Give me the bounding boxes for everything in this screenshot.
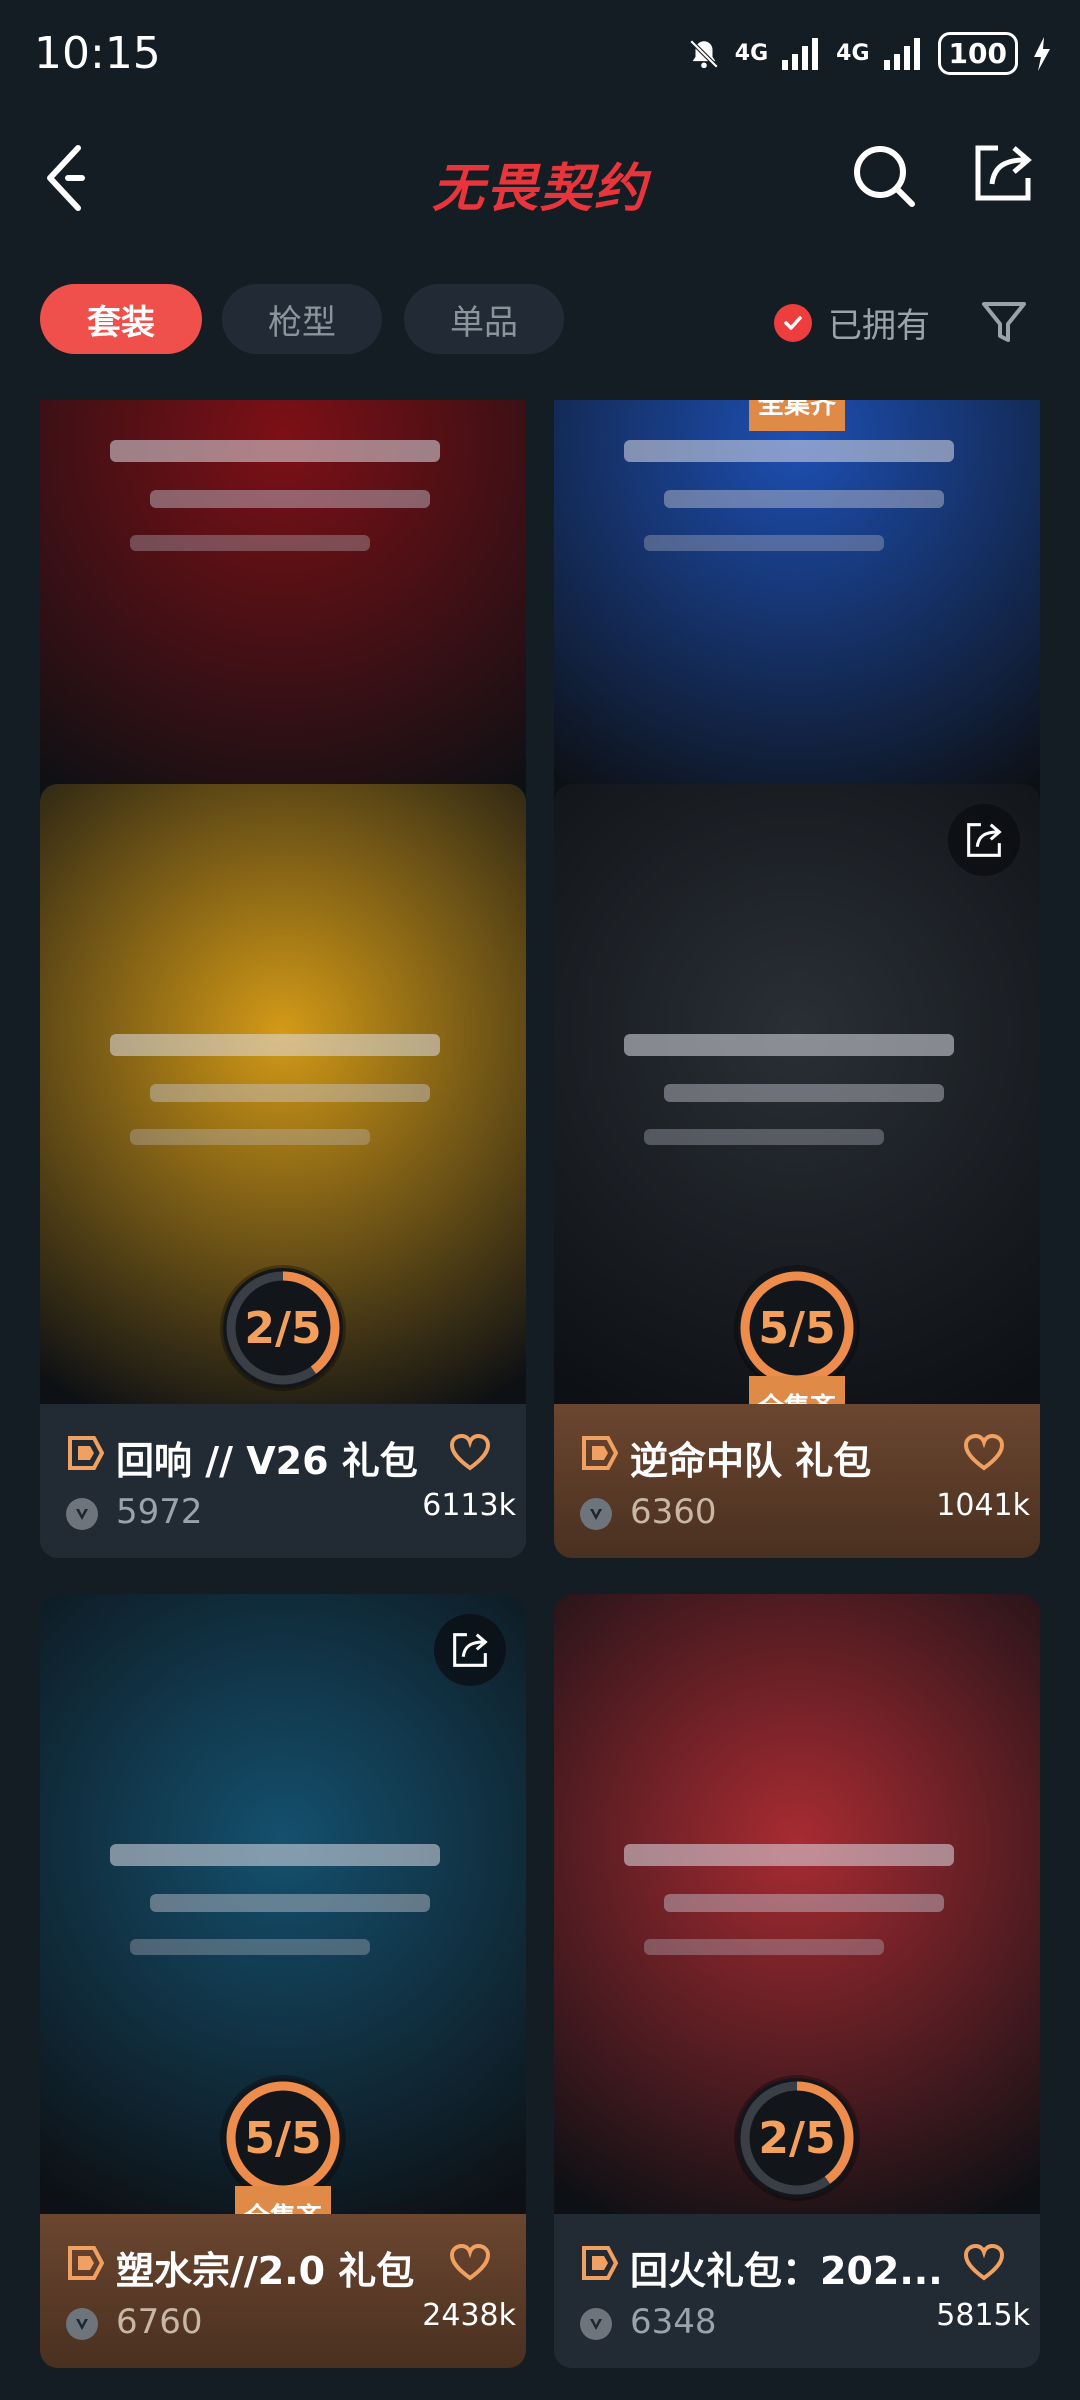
bundle-price: 6360 [630,1492,717,1532]
status-time: 10:15 [34,28,161,79]
filter-icon[interactable] [980,298,1028,346]
bundle-tag-icon [582,2246,618,2280]
share-icon[interactable] [972,142,1034,204]
app-title: 无畏契约 [431,159,648,219]
bundle-info: 回响 // V26 礼包 5972 6113k [40,1404,526,1558]
bundle-info: 逆命中队 礼包 6360 1041k [554,1404,1040,1558]
valorant-points-icon [580,1498,612,1530]
bundle-tag-icon [582,1436,618,1470]
bundle-tag-icon [68,2246,104,2280]
network-indicator-1: 4G [734,41,769,66]
status-bar: 10:15 4G 4G 100 [0,0,1080,120]
battery-level: 100 [937,32,1018,75]
charging-icon [1034,36,1050,71]
card-share-icon[interactable] [434,1614,506,1686]
bundle-card[interactable]: 5/5全集齐逆命中队 礼包63601041k [554,784,1040,1558]
owned-toggle[interactable]: 已拥有 [774,298,930,347]
tab-single-item[interactable]: 单品 [404,284,564,354]
weapon-silhouette-art [110,440,440,551]
bundle-name: 回响 // V26 礼包 [116,1439,418,1483]
bundle-name: 回火礼包：202... [630,2249,943,2293]
valorant-points-icon [66,2308,98,2340]
collection-progress-badge: 2/5 [223,1268,343,1388]
check-icon [774,303,812,342]
bundle-info: 塑水宗//2.0 礼包 6760 2438k [40,2214,526,2368]
search-icon[interactable] [850,142,916,208]
valorant-points-icon [580,2308,612,2340]
bundle-grid: 1/3回火礼包//V26...39763937k5/5全集齐圣契命澜 礼包676… [0,400,1080,2400]
bundle-likes: 6113k [422,1488,516,1523]
valorant-points-icon [66,1498,98,1530]
tab-gun-type[interactable]: 枪型 [222,284,382,354]
bundle-likes: 5815k [936,2298,1030,2333]
bundle-likes: 1041k [936,1488,1030,1523]
filter-bar: 套装 枪型 单品 已拥有 [0,284,1080,358]
weapon-silhouette-art [624,440,954,551]
signal-icon [782,37,819,70]
card-share-icon[interactable] [948,804,1020,876]
heart-icon[interactable] [964,2244,1004,2282]
progress-text: 5/5 [244,2112,322,2164]
bundle-info: 回火礼包：202... 6348 5815k [554,2214,1040,2368]
bundle-price: 6760 [116,2302,203,2342]
network-indicator-2: 4G [836,41,870,66]
collection-progress-badge: 5/5 [737,1268,857,1388]
bundle-name: 逆命中队 礼包 [630,1439,872,1483]
collection-progress-badge: 2/5 [737,2078,857,2198]
bundle-name: 塑水宗//2.0 礼包 [116,2249,415,2293]
collection-progress-badge: 5/5 [223,2078,343,2198]
progress-text: 2/5 [244,1302,322,1354]
mute-bell-icon [689,39,719,68]
tab-suit[interactable]: 套装 [40,284,202,354]
top-nav: 无畏契约 [0,120,1080,232]
status-icons: 4G 4G 100 [687,32,1052,75]
bundle-card[interactable]: 2/5 回响 // V26 礼包 5972 6113k [40,784,526,1558]
heart-icon[interactable] [450,2244,490,2282]
bundle-card[interactable]: 2/5 回火礼包：202... 6348 5815k [554,1594,1040,2368]
progress-text: 5/5 [758,1302,836,1354]
owned-label: 已拥有 [828,306,930,346]
progress-text: 2/5 [758,2112,836,2164]
bundle-likes: 2438k [422,2298,516,2333]
bundle-card[interactable]: 5/5全集齐塑水宗//2.0 礼包67602438k [40,1594,526,2368]
signal-icon-2 [883,37,920,70]
bundle-price: 5972 [116,1492,203,1532]
bundle-tag-icon [68,1436,104,1470]
heart-icon[interactable] [450,1434,490,1472]
full-collection-ribbon: 全集齐 [749,400,845,431]
heart-icon[interactable] [964,1434,1004,1472]
bundle-price: 6348 [630,2302,717,2342]
